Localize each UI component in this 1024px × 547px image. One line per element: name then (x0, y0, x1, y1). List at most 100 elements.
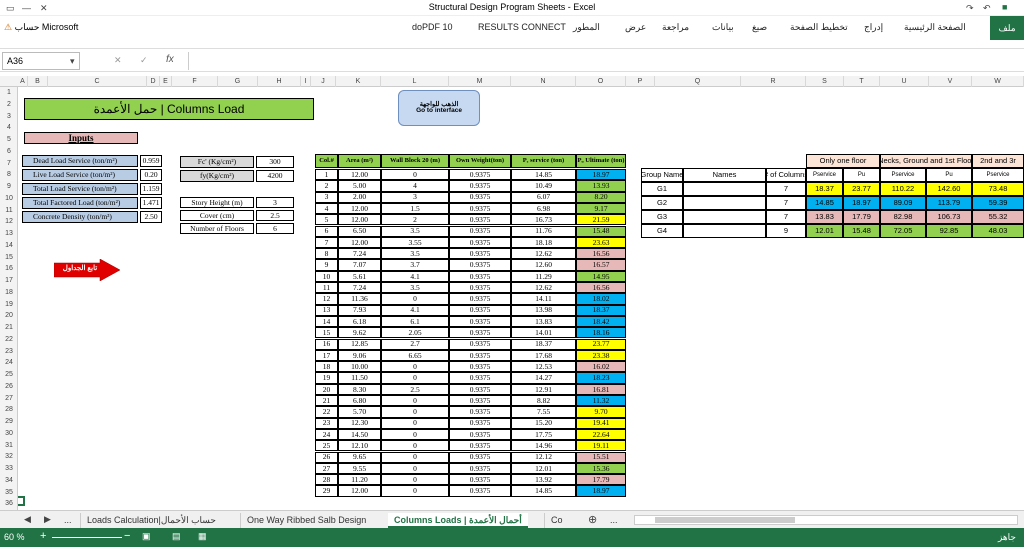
col-table-cell[interactable]: 29 (315, 485, 338, 497)
col-table-cell[interactable]: 18.02 (576, 293, 626, 305)
row-header[interactable]: 13 (0, 228, 18, 240)
col-table-cell[interactable]: 0.9375 (449, 282, 511, 294)
col-table-cell[interactable]: 5 (315, 214, 338, 226)
group-value[interactable]: 72.05 (880, 224, 926, 238)
go-to-interface-button[interactable]: الذهب للواجهة Go to interface (398, 90, 480, 126)
col-table-cell[interactable]: 12.01 (511, 462, 576, 475)
col-table-cell[interactable]: 16.57 (576, 259, 626, 271)
col-table-cell[interactable]: 2.5 (381, 383, 449, 395)
group-value[interactable]: 110.22 (880, 182, 926, 196)
col-table-cell[interactable]: 12.62 (511, 248, 576, 260)
column-header[interactable]: A (18, 76, 28, 87)
col-table-cell[interactable]: 12.10 (338, 440, 381, 452)
tab-review[interactable]: مراجعة (662, 22, 689, 33)
row-header[interactable]: 23 (0, 346, 18, 358)
load-value[interactable]: 1.159 (140, 183, 162, 195)
col-table-cell[interactable]: 9.65 (338, 451, 381, 463)
col-table-cell[interactable]: 23.77 (576, 338, 626, 350)
group-count[interactable]: 7 (766, 210, 806, 224)
zoom-in-icon[interactable]: + (40, 530, 46, 542)
col-table-cell[interactable]: 0 (381, 406, 449, 418)
col-table-cell[interactable]: 15.20 (511, 417, 576, 429)
col-table-cell[interactable]: 0 (381, 474, 449, 486)
column-header[interactable]: F (172, 76, 218, 87)
column-header[interactable]: P (626, 76, 655, 87)
col-table-cell[interactable]: 12.30 (338, 417, 381, 429)
column-header[interactable]: B (28, 76, 48, 87)
col-table-cell[interactable]: 23.38 (576, 349, 626, 362)
col-table-cell[interactable]: 8.30 (338, 383, 381, 395)
row-header[interactable]: 19 (0, 299, 18, 311)
group-count[interactable]: 7 (766, 196, 806, 210)
column-header[interactable]: H (258, 76, 301, 87)
col-table-cell[interactable]: 10.00 (338, 361, 381, 373)
col-table-cell[interactable]: 18.16 (576, 327, 626, 339)
col-table-cell[interactable]: 7.24 (338, 282, 381, 294)
col-table-cell[interactable]: 9.55 (338, 462, 381, 475)
column-header[interactable]: G (218, 76, 258, 87)
group-value[interactable]: 82.98 (880, 210, 926, 224)
col-table-cell[interactable]: 21 (315, 395, 338, 407)
group-value[interactable]: 73.48 (972, 182, 1024, 196)
col-table-cell[interactable]: 24 (315, 428, 338, 441)
row-header[interactable]: 9 (0, 181, 18, 193)
col-table-cell[interactable]: 8.20 (576, 191, 626, 203)
col-table-cell[interactable]: 14.01 (511, 327, 576, 339)
col-table-cell[interactable]: 12.62 (511, 282, 576, 294)
col-table-cell[interactable]: 0.9375 (449, 225, 511, 237)
close-icon[interactable]: ✕ (40, 3, 48, 14)
col-table-cell[interactable]: 0.9375 (449, 191, 511, 203)
col-table-cell[interactable]: 17.79 (576, 474, 626, 486)
col-table-cell[interactable]: 13 (315, 304, 338, 316)
col-table-cell[interactable]: 11.50 (338, 372, 381, 384)
col-table-cell[interactable]: 17.68 (511, 349, 576, 362)
row-header[interactable]: 24 (0, 357, 18, 369)
col-table-cell[interactable]: 8 (315, 248, 338, 260)
col-table-cell[interactable]: 6.98 (511, 202, 576, 215)
load-value[interactable]: 2.50 (140, 211, 162, 223)
group-value[interactable]: 92.85 (926, 224, 972, 238)
row-header[interactable]: 27 (0, 393, 18, 405)
group-value[interactable]: 14.85 (806, 196, 843, 210)
col-table-cell[interactable]: 14 (315, 315, 338, 328)
geometry-value[interactable]: 6 (256, 223, 294, 234)
col-table-cell[interactable]: 0.9375 (449, 428, 511, 441)
col-table-cell[interactable]: 15.51 (576, 451, 626, 463)
group-name[interactable]: G2 (641, 196, 683, 210)
col-table-cell[interactable]: 18.18 (511, 236, 576, 249)
col-table-cell[interactable]: 4 (381, 180, 449, 192)
col-table-cell[interactable]: 12.00 (338, 169, 381, 181)
col-table-cell[interactable]: 7.93 (338, 304, 381, 316)
col-table-cell[interactable]: 1 (315, 169, 338, 181)
col-table-cell[interactable]: 6.18 (338, 315, 381, 328)
col-table-cell[interactable]: 12.85 (338, 338, 381, 350)
row-header[interactable]: 29 (0, 416, 18, 428)
col-table-cell[interactable]: 12.00 (338, 202, 381, 215)
column-header[interactable]: D (147, 76, 160, 87)
col-table-cell[interactable]: 14.85 (511, 169, 576, 181)
col-table-cell[interactable]: 16.81 (576, 383, 626, 395)
row-header[interactable]: 7 (0, 158, 18, 170)
col-table-cell[interactable]: 0 (381, 440, 449, 452)
row-header[interactable]: 26 (0, 381, 18, 393)
tab-view[interactable]: عرض (625, 22, 646, 33)
col-table-cell[interactable]: 0 (381, 428, 449, 441)
account-link[interactable]: ⚠ حساب Microsoft (4, 22, 78, 33)
col-table-cell[interactable]: 12.12 (511, 451, 576, 463)
col-table-cell[interactable]: 3.55 (381, 236, 449, 249)
col-table-cell[interactable]: 7 (315, 236, 338, 249)
group-value[interactable]: 18.37 (806, 182, 843, 196)
col-table-cell[interactable]: 0 (381, 361, 449, 373)
col-table-cell[interactable]: 2 (381, 214, 449, 226)
col-table-cell[interactable]: 3.5 (381, 248, 449, 260)
row-header[interactable]: 22 (0, 334, 18, 346)
col-table-cell[interactable]: 2.7 (381, 338, 449, 350)
group-count[interactable]: 9 (766, 224, 806, 238)
col-table-cell[interactable]: 7.24 (338, 248, 381, 260)
row-header[interactable]: 21 (0, 322, 18, 334)
tab-results-connect[interactable]: RESULTS CONNECT (478, 22, 566, 32)
group-value[interactable]: 142.60 (926, 182, 972, 196)
col-table-cell[interactable]: 4.1 (381, 304, 449, 316)
load-value[interactable]: 0.959 (140, 155, 162, 167)
row-header[interactable]: 25 (0, 369, 18, 381)
